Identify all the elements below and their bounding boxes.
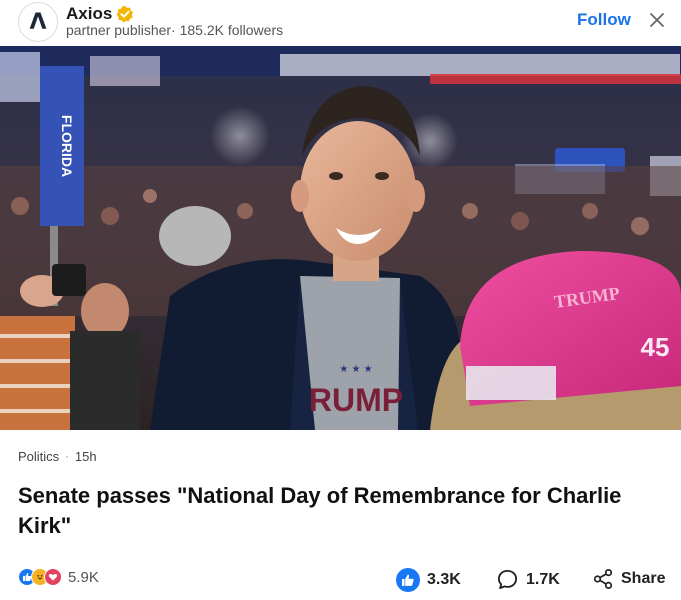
comment-button[interactable]: 1.7K — [496, 568, 560, 591]
reaction-icons — [18, 568, 62, 586]
comment-bubble-icon — [497, 569, 518, 590]
publisher-name-row[interactable]: Axios — [66, 4, 134, 24]
reactions-summary[interactable]: 5.9K — [18, 568, 99, 586]
verified-badge-icon — [116, 5, 134, 23]
hat-number: 45 — [641, 332, 670, 362]
publisher-meta: partner publisher· 185.2K followers — [66, 22, 284, 38]
follow-button[interactable]: Follow — [577, 10, 631, 30]
share-button[interactable]: Share — [592, 568, 665, 590]
publisher-name[interactable]: Axios — [66, 4, 112, 24]
svg-text:★ ★ ★: ★ ★ ★ — [339, 364, 372, 375]
hero-photo-graphic: FLORIDA RUMP ★ ★ ★ TRUMP 45 — [0, 46, 681, 430]
article-category[interactable]: Politics — [18, 449, 59, 464]
reactions-count: 5.9K — [68, 568, 99, 586]
card-header: Λ Axios partner publisher· 185.2K follow… — [0, 0, 681, 44]
article-meta: Politics · 15h — [18, 449, 97, 464]
meta-separator: · — [65, 450, 69, 463]
share-label: Share — [621, 570, 666, 587]
hero-image[interactable]: FLORIDA RUMP ★ ★ ★ TRUMP 45 — [0, 46, 681, 430]
article-headline[interactable]: Senate passes "National Day of Remembran… — [18, 481, 658, 541]
publisher-avatar[interactable]: Λ — [18, 2, 58, 42]
florida-banner-text: FLORIDA — [59, 115, 75, 177]
share-icon — [593, 568, 613, 590]
thumbs-up-icon — [396, 568, 420, 592]
shirt-text: RUMP — [309, 382, 403, 418]
news-card: Λ Axios partner publisher· 185.2K follow… — [0, 0, 681, 600]
like-button[interactable]: 3.3K — [396, 568, 461, 592]
close-icon[interactable] — [646, 9, 668, 31]
publisher-logo: Λ — [29, 9, 47, 35]
like-count: 3.3K — [427, 571, 461, 588]
article-age: 15h — [74, 449, 97, 464]
comment-count: 1.7K — [526, 570, 560, 588]
love-reaction-icon — [44, 568, 62, 586]
